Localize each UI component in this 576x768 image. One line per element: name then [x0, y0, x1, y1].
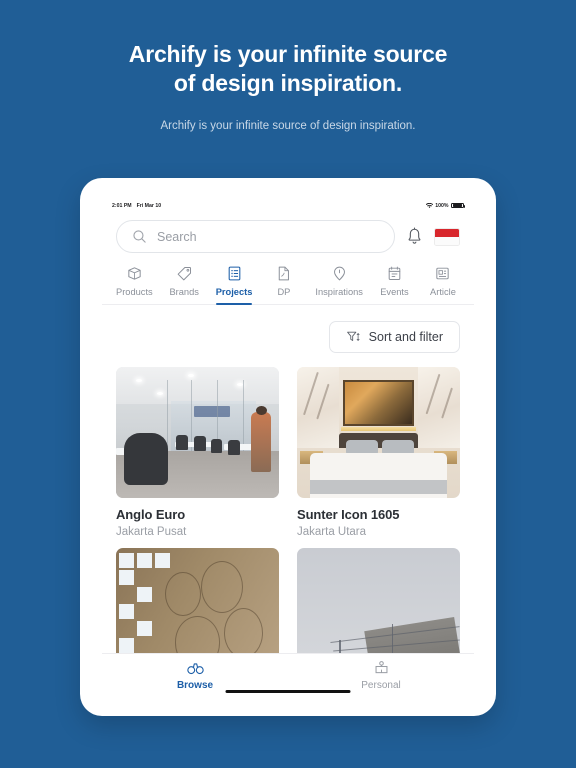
- tab-label: Projects: [215, 287, 253, 297]
- tab-projects[interactable]: Projects: [215, 265, 253, 305]
- wifi-icon: [425, 202, 433, 208]
- projects-grid: Anglo Euro Jakarta Pusat Sunter Icon 160…: [116, 367, 460, 653]
- toolbar-row: Sort and filter: [116, 305, 460, 367]
- tab-brands[interactable]: Brands: [167, 265, 201, 304]
- bell-icon[interactable]: [406, 227, 423, 246]
- filter-sort-icon: [346, 331, 360, 341]
- search-placeholder: Search: [157, 229, 197, 244]
- battery-percent-label: 100%: [435, 202, 449, 209]
- person-badge-icon: [375, 661, 387, 674]
- tab-products[interactable]: Products: [116, 265, 153, 304]
- project-location: Jakarta Pusat: [116, 526, 187, 538]
- sort-and-filter-button[interactable]: Sort and filter: [328, 321, 460, 353]
- project-title: Sunter Icon 1605: [297, 507, 400, 522]
- tab-label: DP: [277, 287, 291, 297]
- home-indicator[interactable]: [225, 689, 351, 693]
- promo-title-line-2: of design inspiration.: [173, 69, 403, 96]
- project-image[interactable]: [116, 367, 279, 498]
- search-icon: [133, 230, 146, 243]
- tab-label: Brands: [169, 287, 199, 297]
- tab-article[interactable]: Article: [426, 265, 460, 304]
- project-image[interactable]: [297, 367, 460, 498]
- binoculars-icon: [186, 662, 204, 674]
- nav-item-browse[interactable]: Browse: [102, 661, 288, 691]
- page-title: Archify is your infinite source of desig…: [0, 40, 576, 98]
- project-card[interactable]: Anglo Euro Jakarta Pusat: [116, 367, 279, 538]
- category-tab-bar: Products Brands Projects DP Inspirations…: [102, 253, 474, 305]
- status-bar-date: Fri Mar 10: [136, 202, 162, 209]
- app-header: Search: [102, 214, 474, 253]
- project-image[interactable]: [116, 548, 279, 653]
- project-card[interactable]: [297, 548, 460, 653]
- device-screen: 2:01 PM Fri Mar 10 100% Search Products …: [102, 197, 474, 697]
- tab-inspirations[interactable]: Inspirations: [315, 265, 363, 304]
- promo-header: Archify is your infinite source of desig…: [0, 0, 576, 132]
- tab-events[interactable]: Events: [377, 265, 411, 304]
- indonesia-flag-icon[interactable]: [434, 227, 460, 246]
- status-bar-time: 2:01 PM: [112, 202, 132, 209]
- nav-item-label: Browse: [176, 679, 214, 691]
- tab-label: Inspirations: [315, 287, 363, 297]
- search-input[interactable]: Search: [116, 220, 395, 253]
- project-card[interactable]: Sunter Icon 1605 Jakarta Utara: [297, 367, 460, 538]
- tab-label: Article: [430, 287, 456, 297]
- tag-icon: [177, 266, 191, 281]
- project-card[interactable]: [116, 548, 279, 653]
- projects-content: Sort and filter Anglo Euro Jakarta Pusat…: [102, 305, 474, 653]
- promo-title-line-1: Archify is your infinite source: [128, 41, 448, 67]
- calendar-icon: [388, 266, 401, 281]
- sort-and-filter-label: Sort and filter: [368, 330, 443, 344]
- tab-label: Products: [116, 287, 153, 297]
- lightbulb-pin-icon: [333, 266, 345, 281]
- tab-dp[interactable]: DP: [267, 265, 301, 304]
- nav-item-label: Personal: [361, 680, 401, 691]
- tab-label: Events: [380, 287, 409, 297]
- folded-document-icon: [279, 266, 290, 281]
- nav-item-personal[interactable]: Personal: [288, 660, 474, 691]
- box-icon: [128, 267, 141, 280]
- promo-subtitle: Archify is your infinite source of desig…: [160, 119, 416, 132]
- tablet-device-frame: 2:01 PM Fri Mar 10 100% Search Products …: [80, 178, 496, 716]
- project-image[interactable]: [297, 548, 460, 653]
- bottom-navigation-bar: Browse Personal: [102, 653, 474, 697]
- project-title: Anglo Euro: [116, 507, 186, 522]
- article-icon: [436, 267, 450, 280]
- list-document-icon: [228, 266, 240, 281]
- project-location: Jakarta Utara: [297, 526, 367, 538]
- battery-full-icon: [451, 202, 465, 209]
- status-bar: 2:01 PM Fri Mar 10 100%: [102, 197, 474, 214]
